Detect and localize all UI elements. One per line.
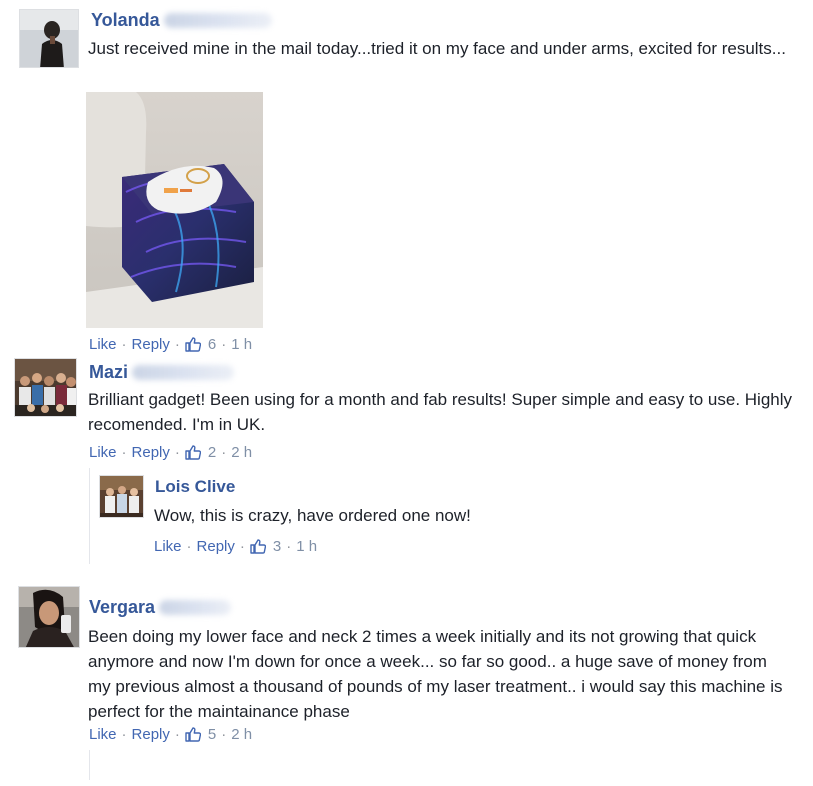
avatar[interactable] (14, 358, 77, 417)
like-link[interactable]: Like (89, 444, 117, 461)
comment-photo[interactable] (86, 92, 263, 328)
comment-text: Brilliant gadget! Been using for a month… (88, 390, 793, 434)
avatar[interactable] (99, 475, 144, 518)
thumbs-up-icon[interactable] (185, 445, 201, 460)
timestamp[interactable]: 1 h (231, 336, 252, 353)
thumbs-up-icon[interactable] (250, 539, 266, 554)
separator-dot: · (186, 538, 192, 555)
separator-dot: · (221, 726, 227, 743)
reply-author-row: Lois Clive (155, 477, 235, 497)
avatar[interactable] (18, 586, 80, 648)
like-link[interactable]: Like (89, 336, 117, 353)
separator-dot: · (174, 336, 180, 353)
redacted-surname (163, 13, 272, 28)
comment-author-name[interactable]: Mazi (89, 362, 128, 383)
timestamp[interactable]: 1 h (296, 538, 317, 555)
comment-text: Been doing my lower face and neck 2 time… (88, 627, 783, 721)
separator-dot: · (121, 336, 127, 353)
reply-text: Wow, this is crazy, have ordered one now… (154, 506, 471, 525)
separator-dot: · (121, 726, 127, 743)
thumbs-up-icon[interactable] (185, 337, 201, 352)
reply-author-name[interactable]: Lois Clive (155, 477, 235, 497)
like-link[interactable]: Like (154, 538, 182, 555)
reply-thread-line (89, 750, 90, 780)
reply-thread-line (89, 468, 90, 564)
separator-dot: · (221, 444, 227, 461)
like-link[interactable]: Like (89, 726, 117, 743)
separator-dot: · (174, 444, 180, 461)
like-count: 6 (207, 336, 217, 353)
comment-actions: Like · Reply · 2 · 2 h (89, 444, 252, 461)
separator-dot: · (221, 336, 227, 353)
comment-author-name[interactable]: Yolanda (91, 10, 160, 31)
comment-author-row: Mazi (89, 362, 235, 383)
like-count: 5 (207, 726, 217, 743)
like-count: 2 (207, 444, 217, 461)
timestamp[interactable]: 2 h (231, 726, 252, 743)
separator-dot: · (239, 538, 245, 555)
avatar[interactable] (19, 9, 79, 68)
separator-dot: · (174, 726, 180, 743)
reply-link[interactable]: Reply (132, 336, 170, 353)
thumbs-up-icon[interactable] (185, 727, 201, 742)
separator-dot: · (286, 538, 292, 555)
like-count: 3 (272, 538, 282, 555)
comment-author-row: Vergara (89, 597, 232, 618)
comment-text: Just received mine in the mail today...t… (88, 39, 786, 58)
redacted-surname (159, 600, 232, 615)
reply-link[interactable]: Reply (132, 444, 170, 461)
reply-link[interactable]: Reply (132, 726, 170, 743)
timestamp[interactable]: 2 h (231, 444, 252, 461)
comment-actions: Like · Reply · 6 · 1 h (89, 336, 252, 353)
redacted-surname (132, 365, 235, 380)
comment-author-name[interactable]: Vergara (89, 597, 155, 618)
reply-link[interactable]: Reply (197, 538, 235, 555)
comment-author-row: Yolanda (91, 10, 272, 31)
separator-dot: · (121, 444, 127, 461)
reply-actions: Like · Reply · 3 · 1 h (154, 538, 317, 555)
comment-actions: Like · Reply · 5 · 2 h (89, 726, 252, 743)
